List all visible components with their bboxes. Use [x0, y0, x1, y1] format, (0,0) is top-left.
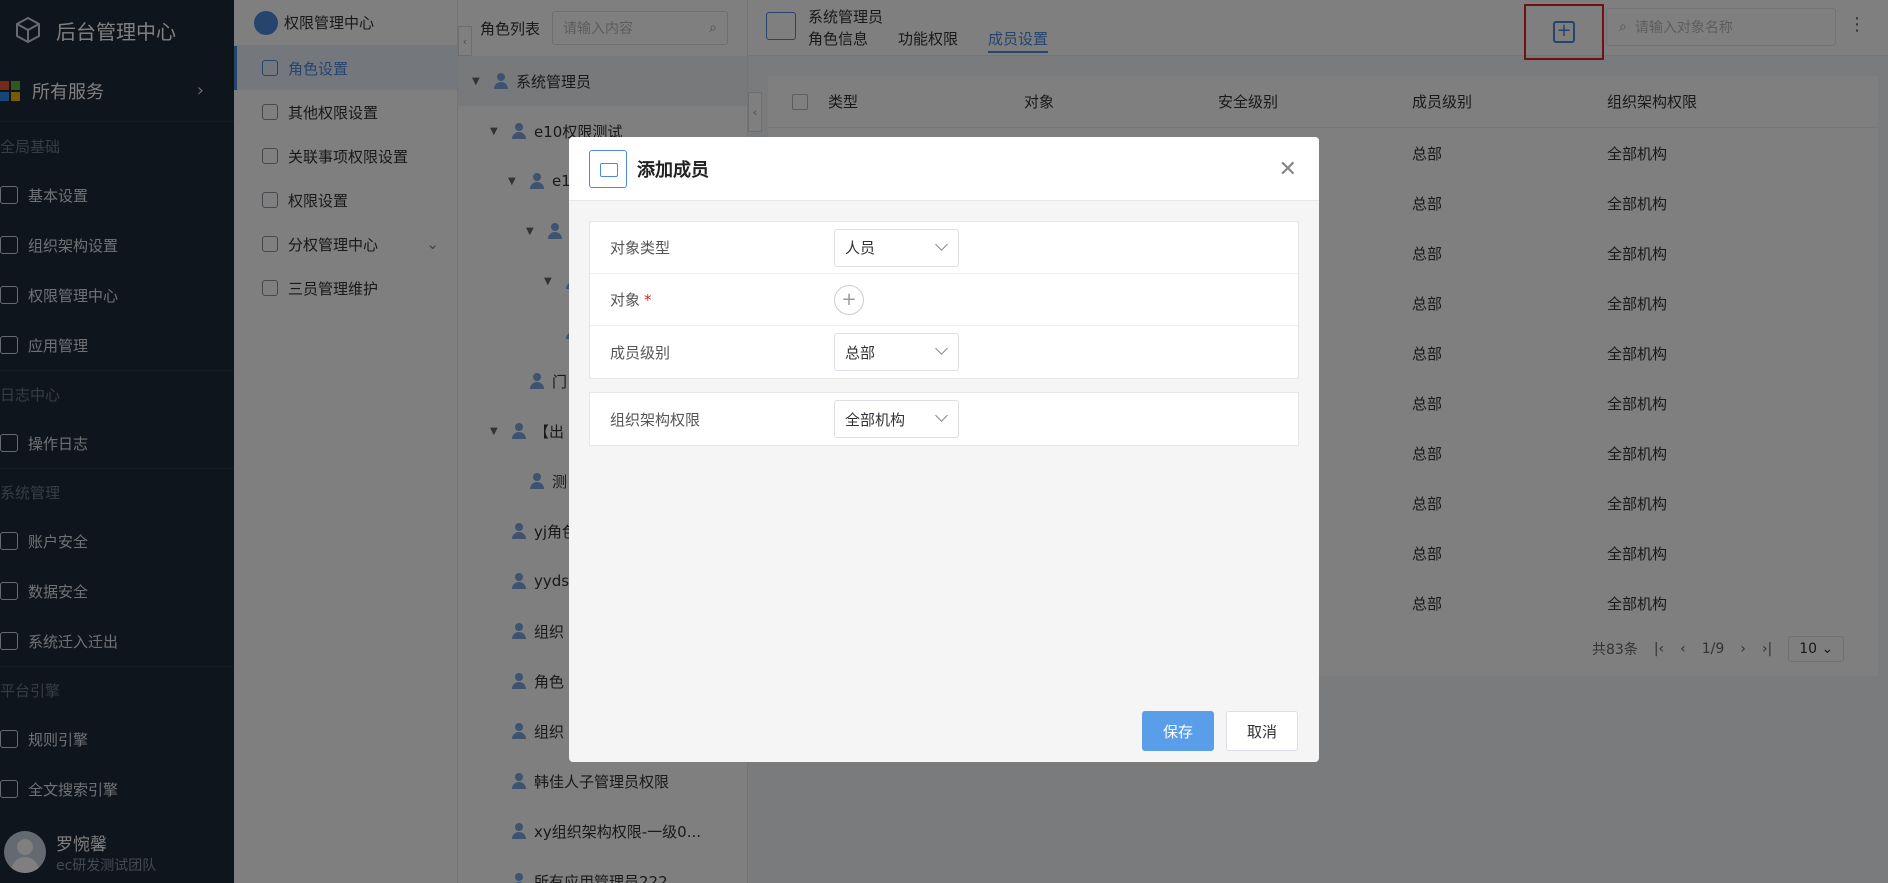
object-type-value: 人员 — [845, 239, 876, 257]
object-label-text: 对象 — [610, 291, 641, 309]
form-row-member-level: 成员级别 总部 — [590, 326, 1298, 378]
org-permission-select[interactable]: 全部机构 — [834, 400, 959, 438]
form-row-object-type: 对象类型 人员 — [590, 222, 1298, 274]
object-type-label: 对象类型 — [610, 239, 671, 257]
chevron-down-icon — [935, 342, 948, 355]
dialog-header: 添加成员 ✕ — [569, 137, 1319, 201]
member-level-value: 总部 — [845, 343, 876, 362]
dialog-title: 添加成员 — [637, 159, 709, 181]
save-button[interactable]: 保存 — [1142, 711, 1214, 751]
org-permission-label: 组织架构权限 — [610, 410, 701, 429]
object-label: 对象 * — [590, 289, 834, 310]
member-level-select[interactable]: 总部 — [834, 333, 959, 371]
org-permission-value: 全部机构 — [845, 410, 906, 429]
form-row-org-permission: 组织架构权限 全部机构 — [590, 393, 1298, 445]
member-form-primary: 对象类型 人员 对象 * + 成员级别 总部 — [589, 221, 1299, 379]
member-level-label: 成员级别 — [610, 343, 671, 362]
chevron-down-icon — [935, 409, 948, 422]
object-type-select[interactable]: 人员 — [834, 228, 959, 267]
add-object-button[interactable]: + — [834, 284, 864, 315]
form-row-object: 对象 * + — [590, 274, 1298, 326]
required-marker: * — [644, 291, 652, 309]
member-form-secondary: 组织架构权限 全部机构 — [589, 392, 1299, 446]
cancel-button[interactable]: 取消 — [1226, 711, 1298, 751]
member-card-icon — [589, 149, 627, 188]
add-member-dialog: 添加成员 ✕ 对象类型 人员 对象 * + 成员级别 总部 组织架构权限 全部机… — [569, 137, 1319, 762]
close-icon[interactable]: ✕ — [1279, 157, 1297, 182]
chevron-down-icon — [935, 237, 948, 251]
